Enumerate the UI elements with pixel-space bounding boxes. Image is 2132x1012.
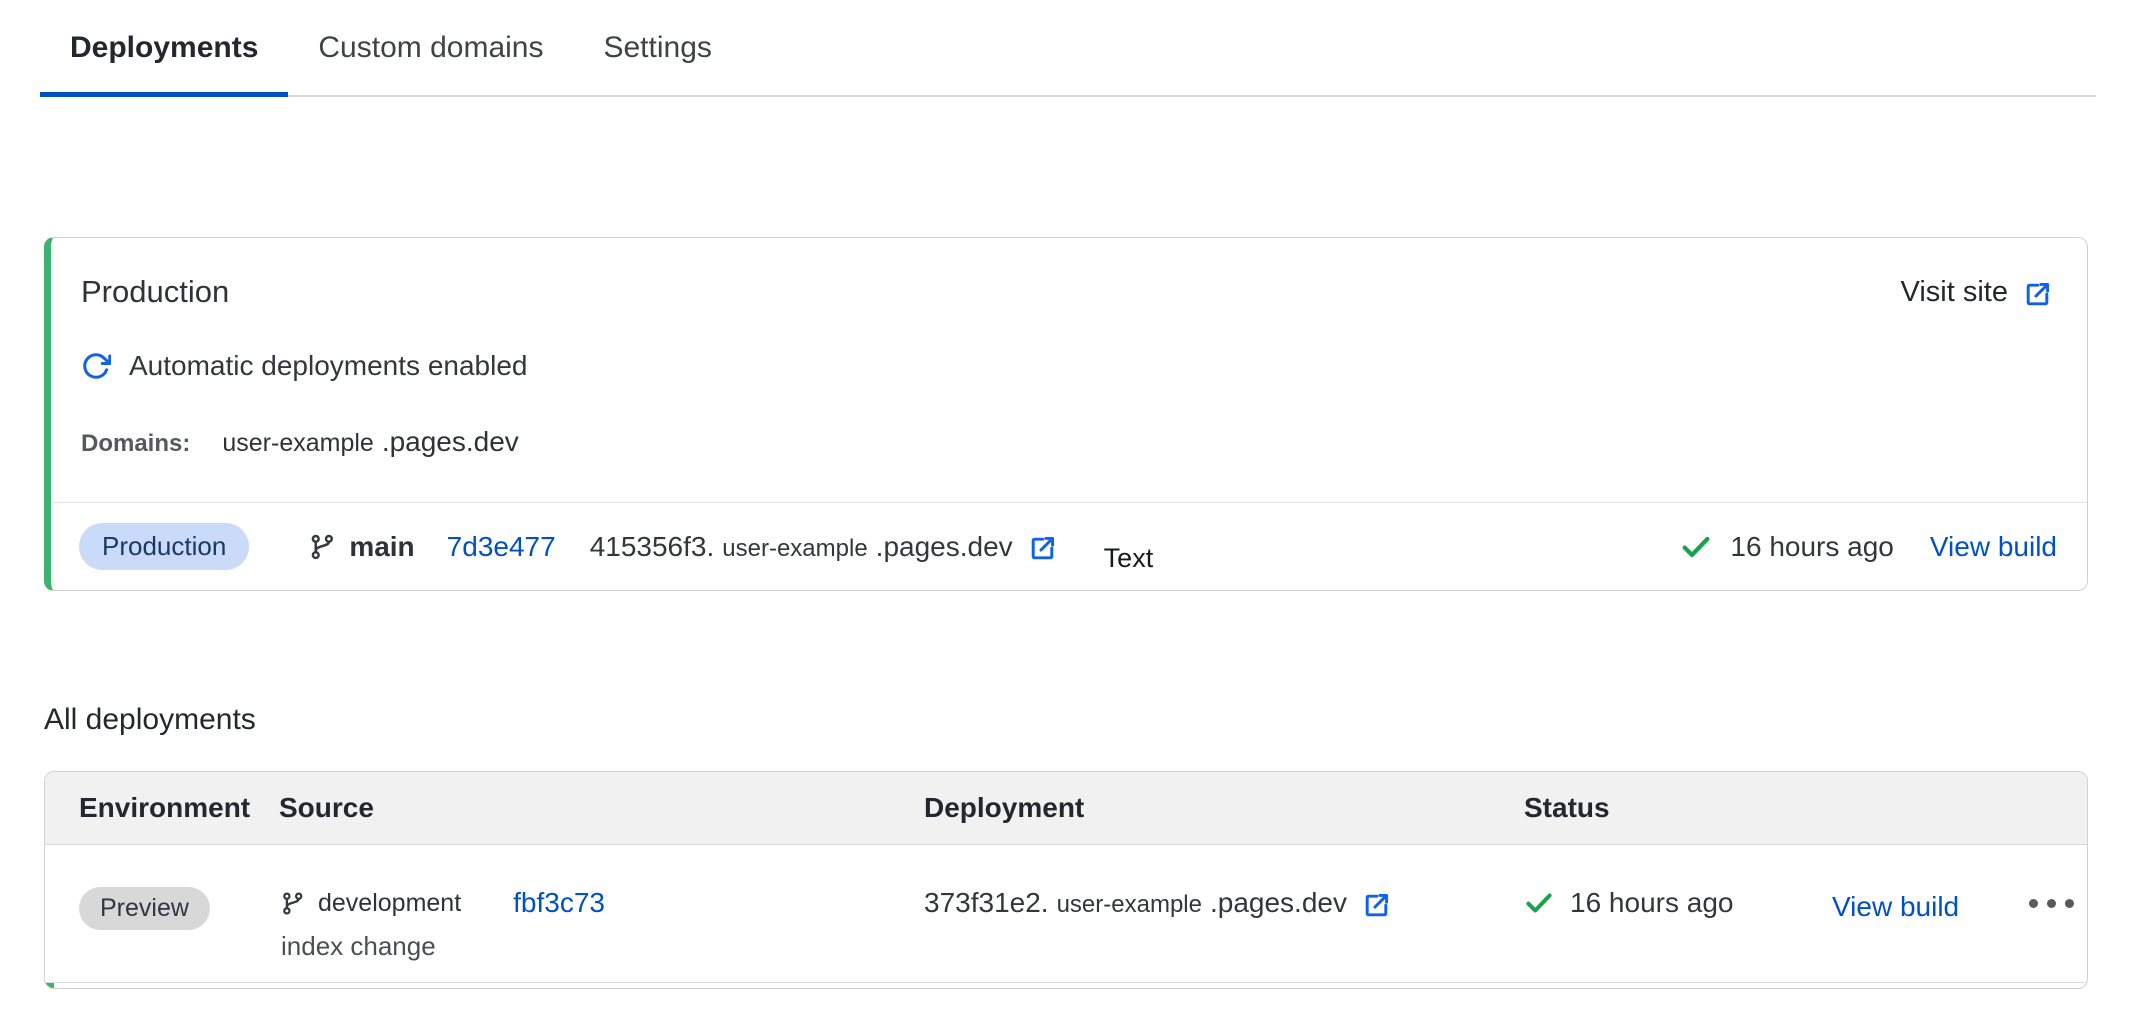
- check-icon: [1680, 531, 1712, 563]
- branch-name: main: [349, 531, 414, 563]
- visit-site-link[interactable]: Visit site: [1901, 276, 2053, 309]
- branch-name: development: [318, 889, 461, 918]
- environment-badge-production: Production: [79, 523, 249, 570]
- deployment-url-link[interactable]: 373f31e2. user-example .pages.dev: [924, 887, 1524, 919]
- domains-label: Domains:: [81, 430, 190, 458]
- deployment-time: 16 hours ago: [1570, 887, 1733, 919]
- deployment-cell: 373f31e2. user-example .pages.dev: [924, 887, 1524, 919]
- git-branch-icon: [279, 890, 306, 917]
- git-branch-icon: [307, 532, 337, 562]
- production-card-header: Production Visit site: [51, 238, 2087, 310]
- deployment-url-prefix: 373f31e2.: [924, 887, 1049, 919]
- column-header-source: Source: [279, 792, 924, 824]
- production-card-title: Production: [81, 274, 229, 310]
- visit-site-label: Visit site: [1901, 276, 2008, 309]
- deployment-url-suffix: .pages.dev: [876, 531, 1013, 563]
- environment-badge-preview: Preview: [79, 887, 210, 930]
- commit-link[interactable]: fbf3c73: [513, 887, 605, 919]
- status-cell: 16 hours ago: [1524, 887, 1824, 919]
- tab-settings-label: Settings: [603, 31, 711, 64]
- overflow-menu-icon[interactable]: [2029, 887, 2088, 908]
- environment-cell: Preview: [79, 887, 279, 930]
- domains-row: Domains: user-example .pages.dev: [81, 426, 2087, 458]
- external-link-icon: [1027, 533, 1058, 564]
- refresh-icon: [81, 351, 111, 381]
- deployment-time: 16 hours ago: [1730, 531, 1893, 563]
- view-build-link[interactable]: View build: [1832, 891, 1959, 922]
- column-header-deployment: Deployment: [924, 792, 1524, 824]
- domain-suffix: .pages.dev: [382, 426, 519, 458]
- production-card: Production Visit site Automatic deployme…: [44, 237, 2088, 591]
- annotation-text: Text: [1104, 543, 1154, 574]
- tab-deployments[interactable]: Deployments: [40, 31, 288, 95]
- view-build-link[interactable]: View build: [1930, 531, 2057, 563]
- environment-indicator-green: [45, 983, 54, 989]
- production-deployment-row: Production main 7d3e477 415356f3. user-e…: [51, 502, 2087, 590]
- automatic-deployments-status: Automatic deployments enabled: [81, 350, 2087, 382]
- table-row: Preview development fbf3c73 index change: [45, 845, 2087, 982]
- tab-settings[interactable]: Settings: [573, 31, 741, 95]
- all-deployments-title: All deployments: [44, 703, 2132, 737]
- table-header-row: Environment Source Deployment Status: [45, 772, 2087, 845]
- external-link-icon: [2022, 279, 2053, 310]
- deployment-url-suffix: .pages.dev: [1210, 887, 1347, 919]
- domain-name: user-example: [222, 429, 373, 458]
- tab-bar: Deployments Custom domains Settings: [40, 0, 2096, 97]
- commit-link[interactable]: 7d3e477: [447, 531, 556, 563]
- active-tab-underline: [40, 92, 288, 97]
- external-link-icon: [1361, 890, 1392, 921]
- tab-deployments-label: Deployments: [70, 31, 258, 64]
- tab-custom-domains[interactable]: Custom domains: [288, 31, 573, 95]
- column-header-environment: Environment: [79, 792, 279, 824]
- deployment-url-link[interactable]: 415356f3. user-example .pages.dev: [590, 531, 1058, 563]
- deployment-url-prefix: 415356f3.: [590, 531, 715, 563]
- column-header-status: Status: [1524, 792, 1824, 824]
- tab-custom-domains-label: Custom domains: [318, 31, 543, 64]
- next-row-stub: [45, 982, 2087, 988]
- automatic-deployments-label: Automatic deployments enabled: [129, 350, 527, 382]
- commit-message: index change: [281, 931, 924, 962]
- source-cell: development fbf3c73 index change: [279, 887, 924, 962]
- deployment-url-name: user-example: [722, 535, 867, 563]
- check-icon: [1524, 888, 1554, 918]
- deployments-table: Environment Source Deployment Status Pre…: [44, 771, 2088, 989]
- deployment-url-name: user-example: [1057, 891, 1202, 919]
